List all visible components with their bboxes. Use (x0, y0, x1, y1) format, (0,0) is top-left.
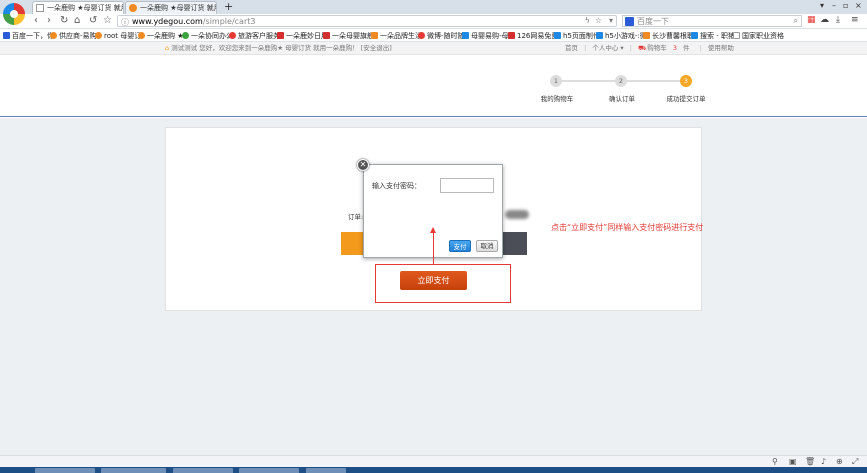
orange-block (341, 232, 365, 255)
browser-tab-bar: 一朵鹿购 ★母婴订货 就用一 × 一朵鹿购 ★母婴订货 就用一 × + ▾ – … (0, 0, 867, 14)
pin-icon[interactable]: ⚲ (772, 457, 778, 466)
cart-count: 3 (672, 44, 677, 52)
favorite-star-icon[interactable]: ☆ (103, 15, 112, 26)
new-tab-icon[interactable]: + (224, 0, 233, 13)
bookmark-item[interactable]: 一朵鹿妙日用 (277, 31, 328, 41)
cart-icon: ⛟ (638, 44, 647, 52)
taskbar-item[interactable] (239, 468, 299, 473)
browser-tab-active[interactable]: 一朵鹿购 ★母婴订货 就用一 × (32, 1, 124, 14)
annotation-arrow (430, 227, 436, 264)
taskbar-item[interactable] (306, 468, 346, 473)
trash-icon[interactable]: 🗑 (805, 457, 815, 466)
tab-close-icon[interactable]: × (206, 2, 213, 13)
bookmark-item[interactable]: 微博-随时随 (418, 31, 465, 41)
os-taskbar (0, 467, 867, 473)
checkout-header: 1 2 3 我的购物车 确认订单 成功提交订单 (0, 56, 867, 117)
bookmark-item[interactable]: 一朵母婴旗舰 (323, 31, 374, 41)
bookmark-item[interactable]: h5页面制作 (554, 31, 600, 41)
cart-link[interactable]: ⛟购物车 3 件 (638, 44, 693, 52)
back-icon[interactable]: ‹ (34, 15, 38, 26)
dropdown-icon[interactable]: ▾ (609, 16, 613, 25)
zoom-icon[interactable]: ⊕ (836, 457, 843, 466)
bookmark-item[interactable]: 一朵协同办公 (182, 31, 233, 41)
address-bar[interactable]: ⓘ www.ydegou.com/simple/cart3 ϟ ☆ ▾ (117, 15, 617, 27)
dark-block (503, 232, 527, 255)
house-icon: ⌂ (165, 44, 170, 52)
home-link[interactable]: 首页 (565, 44, 578, 52)
site-top-bar: ⌂ 测试测试 您好，欢迎您来到一朵鹿购★ 母婴订货 就用一朵鹿购！ [安全退出] … (0, 42, 867, 55)
browser-logo-icon[interactable] (3, 3, 25, 25)
apps-icon[interactable]: ▦ (807, 15, 816, 25)
browser-tab[interactable]: 一朵鹿购 ★母婴订货 就用一 × (125, 1, 217, 14)
welcome-text: ⌂ 测试测试 您好，欢迎您来到一朵鹿购★ 母婴订货 就用一朵鹿购！ [安全退出] (165, 44, 392, 52)
expand-icon[interactable]: ⤢ (852, 457, 858, 467)
page-icon (36, 4, 44, 12)
bookmark-item[interactable]: 长沙曹馨根职 (643, 31, 694, 41)
undo-icon[interactable]: ↺ (89, 15, 97, 26)
maximize-icon[interactable]: ▫ (843, 1, 848, 10)
bookmark-item[interactable]: root 母婴订 (95, 31, 141, 41)
menu-lines-icon[interactable]: ≡ (851, 15, 859, 25)
top-links: 首页 | 个人中心 ▾ | ⛟购物车 3 件 | 使用帮助 (565, 44, 734, 52)
cloud-icon[interactable]: ☁ (820, 15, 829, 25)
step-3-label: 成功提交订单 (666, 95, 706, 103)
step-2-label: 确认订单 (609, 95, 635, 103)
order-label: 订单: (348, 213, 364, 221)
reload-icon[interactable]: ↻ (60, 15, 68, 26)
site-favicon-icon (129, 4, 137, 12)
window-icon[interactable]: ▣ (789, 457, 797, 466)
password-label: 输入支付密码： (372, 182, 421, 190)
step-3-circle: 3 (680, 75, 692, 87)
minimize-icon[interactable]: – (832, 1, 836, 10)
close-window-icon[interactable]: × (855, 1, 862, 10)
step-1-label: 我的购物车 (540, 95, 574, 103)
pay-button[interactable]: 支付 (449, 240, 471, 252)
search-icon[interactable]: ⌕ (794, 16, 798, 26)
bookmark-item[interactable]: 126网易免费 (508, 31, 558, 41)
volume-icon[interactable]: ♪ (821, 457, 826, 466)
bookmark-item[interactable]: 百度一下，你 (3, 31, 54, 41)
annotation-text: 点击“立即支付”同样输入支付密码进行支付 (551, 223, 704, 232)
bookmarks-bar: 百度一下，你 供应商-易购 root 母婴订 一朵鹿购 ★ 一朵协同办公 旅游客… (0, 30, 867, 42)
bookmark-item[interactable]: 供应商-易购 (50, 31, 97, 41)
bookmark-item[interactable]: h5小游戏-:微 (596, 31, 647, 41)
lightning-icon[interactable]: ϟ (585, 16, 590, 25)
baidu-icon (625, 17, 634, 26)
bookmark-star-icon[interactable]: ☆ (595, 16, 602, 25)
download-icon[interactable]: ⤓ (836, 15, 840, 25)
dialog-close-icon[interactable]: ✕ (357, 159, 369, 171)
browser-status-bar: ⚲ ▣ 🗑 ♪ ⊕ ⤢ (0, 455, 867, 467)
search-placeholder: 百度一下 (637, 17, 669, 26)
step-1-circle: 1 (550, 75, 562, 87)
tab-close-icon[interactable]: × (113, 2, 120, 13)
step-2-circle: 2 (615, 75, 627, 87)
bookmark-item[interactable]: 母婴易购-母 (462, 31, 509, 41)
site-info-icon: ⓘ (121, 18, 129, 27)
help-link[interactable]: 使用帮助 (708, 44, 734, 52)
forward-icon[interactable]: › (47, 15, 51, 26)
menu-icon[interactable]: ▾ (820, 1, 824, 10)
cancel-button[interactable]: 取消 (476, 240, 498, 252)
payment-password-input[interactable] (440, 178, 494, 193)
user-center-link[interactable]: 个人中心 ▾ (592, 44, 623, 52)
browser-nav-bar: ‹ › ↻ ⌂ ↺ ☆ ⓘ www.ydegou.com/simple/cart… (0, 14, 867, 29)
home-icon[interactable]: ⌂ (74, 15, 80, 26)
taskbar-item[interactable] (173, 468, 233, 473)
taskbar-item[interactable] (101, 468, 166, 473)
bookmark-item[interactable]: 旅游客户服务 (229, 31, 280, 41)
search-box[interactable]: 百度一下 ⌕ (622, 15, 802, 27)
url-text: www.ydegou.com/simple/cart3 (132, 17, 256, 26)
redacted-value (505, 210, 529, 219)
bookmark-item[interactable]: 一朵品牌生活 (371, 31, 422, 41)
bookmark-item[interactable]: 一朵鹿购 ★ (138, 31, 184, 41)
bookmark-item[interactable]: 搜索 - 职猪 (691, 31, 735, 41)
bookmark-item[interactable]: 国家职业资格 (733, 31, 784, 41)
taskbar-item[interactable] (35, 468, 95, 473)
pay-now-button[interactable]: 立即支付 (400, 271, 467, 290)
